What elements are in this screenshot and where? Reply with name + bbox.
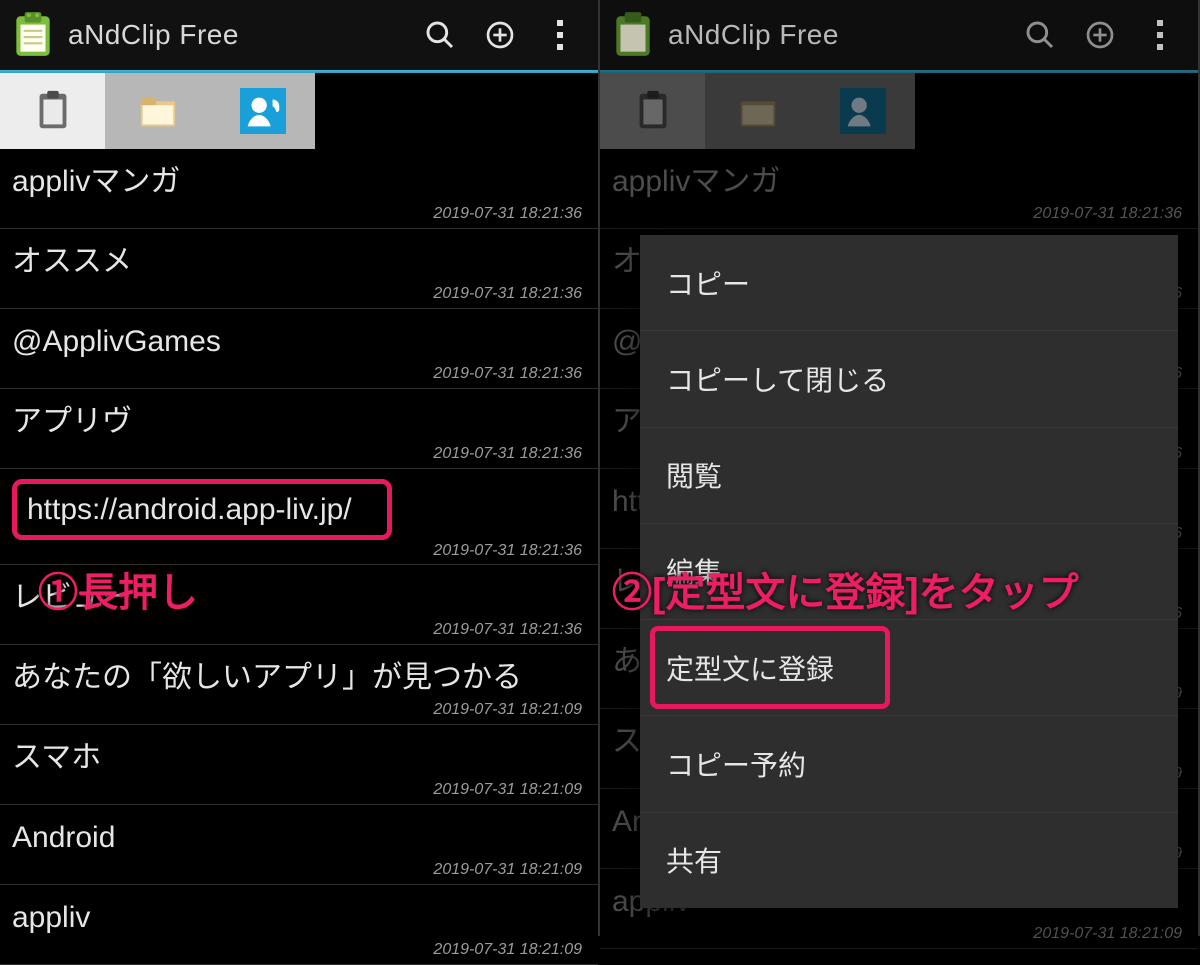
list-item: applivマンガ 2019-07-31 18:21:36	[600, 149, 1198, 229]
search-button[interactable]	[1010, 5, 1070, 65]
menu-item-edit[interactable]: 編集	[640, 524, 1178, 620]
clip-timestamp: 2019-07-31 18:21:09	[612, 925, 1186, 943]
overflow-menu-button[interactable]	[1130, 5, 1190, 65]
menu-item-label: コピー予約	[666, 744, 806, 784]
tab-clipboard[interactable]	[0, 73, 105, 149]
app-title: aNdClip Free	[668, 19, 1010, 51]
tab-contacts[interactable]	[210, 73, 315, 149]
list-item[interactable]: appliv 2019-07-31 18:21:09	[0, 885, 598, 965]
overflow-menu-button[interactable]	[530, 5, 590, 65]
menu-item-label: 閲覧	[666, 455, 722, 495]
add-button[interactable]	[470, 5, 530, 65]
menu-item-label: 定型文に登録	[666, 648, 834, 688]
app-icon	[8, 10, 58, 60]
overflow-icon	[557, 20, 563, 50]
clip-title: レビュー	[12, 576, 586, 619]
tab-folder[interactable]	[105, 73, 210, 149]
app-title: aNdClip Free	[68, 19, 410, 51]
menu-item-view[interactable]: 閲覧	[640, 428, 1178, 524]
clip-title: あなたの「欲しいアプリ」が見つかる	[12, 656, 586, 699]
clip-timestamp: 2019-07-31 18:21:36	[12, 205, 586, 223]
screenshot-left: aNdClip Free	[0, 0, 600, 936]
clip-timestamp: 2019-07-31 18:21:09	[12, 781, 586, 799]
menu-item-register-template[interactable]: 定型文に登録	[640, 620, 1178, 716]
list-item[interactable]: オススメ 2019-07-31 18:21:36	[0, 229, 598, 309]
list-item[interactable]: スマホ 2019-07-31 18:21:09	[0, 725, 598, 805]
tab-filler	[315, 73, 598, 149]
list-item[interactable]: Android 2019-07-31 18:21:09	[0, 805, 598, 885]
list-item[interactable]: applivマンガ 2019-07-31 18:21:36	[0, 149, 598, 229]
clip-title: スマホ	[12, 736, 586, 779]
menu-item-label: 編集	[666, 551, 722, 591]
menu-item-label: コピーして閉じる	[666, 359, 889, 399]
action-bar: aNdClip Free	[0, 0, 598, 70]
list-item[interactable]: レビュー 2019-07-31 18:21:36	[0, 565, 598, 645]
clip-timestamp: 2019-07-31 18:21:36	[612, 205, 1186, 223]
tab-contacts[interactable]	[810, 73, 915, 149]
tab-filler	[915, 73, 1198, 149]
clip-title: applivマンガ	[12, 160, 586, 203]
list-item[interactable]: @ApplivGames 2019-07-31 18:21:36	[0, 309, 598, 389]
context-menu: コピー コピーして閉じる 閲覧 編集 定型文に登録 コピー予約 共有	[640, 235, 1178, 908]
clip-timestamp: 2019-07-31 18:21:09	[12, 701, 586, 719]
clip-title: @ApplivGames	[12, 320, 586, 363]
tab-clipboard[interactable]	[600, 73, 705, 149]
menu-item-label: コピー	[666, 263, 750, 303]
add-button[interactable]	[1070, 5, 1130, 65]
clip-timestamp: 2019-07-31 18:21:09	[12, 861, 586, 879]
menu-item-label: 共有	[666, 840, 722, 880]
search-button[interactable]	[410, 5, 470, 65]
clip-title: アプリヴ	[12, 400, 586, 443]
menu-item-copy-reserve[interactable]: コピー予約	[640, 716, 1178, 812]
tab-row	[0, 73, 598, 149]
clip-timestamp: 2019-07-31 18:21:09	[12, 941, 586, 959]
clip-title: appliv	[12, 896, 586, 939]
clip-title: オススメ	[12, 240, 586, 283]
screenshot-right: aNdClip Free appl	[600, 0, 1200, 936]
overflow-icon	[1157, 20, 1163, 50]
action-bar: aNdClip Free	[600, 0, 1198, 70]
menu-item-copy[interactable]: コピー	[640, 235, 1178, 331]
list-item-highlighted[interactable]: https://android.app-liv.jp/ 2019-07-31 1…	[0, 469, 598, 565]
list-item[interactable]: アプリヴ 2019-07-31 18:21:36	[0, 389, 598, 469]
clip-timestamp: 2019-07-31 18:21:36	[12, 542, 586, 560]
tab-row	[600, 73, 1198, 149]
clip-title: Android	[12, 816, 586, 859]
clip-list[interactable]: applivマンガ 2019-07-31 18:21:36 オススメ 2019-…	[0, 149, 598, 965]
clip-timestamp: 2019-07-31 18:21:36	[12, 445, 586, 463]
app-icon	[608, 10, 658, 60]
clip-title: https://android.app-liv.jp/	[12, 479, 392, 540]
menu-item-share[interactable]: 共有	[640, 813, 1178, 908]
clip-timestamp: 2019-07-31 18:21:36	[12, 365, 586, 383]
tab-folder[interactable]	[705, 73, 810, 149]
clip-timestamp: 2019-07-31 18:21:36	[12, 285, 586, 303]
clip-title: applivマンガ	[612, 160, 1186, 203]
list-item[interactable]: あなたの「欲しいアプリ」が見つかる 2019-07-31 18:21:09	[0, 645, 598, 725]
clip-timestamp: 2019-07-31 18:21:36	[12, 621, 586, 639]
menu-item-copy-close[interactable]: コピーして閉じる	[640, 331, 1178, 427]
